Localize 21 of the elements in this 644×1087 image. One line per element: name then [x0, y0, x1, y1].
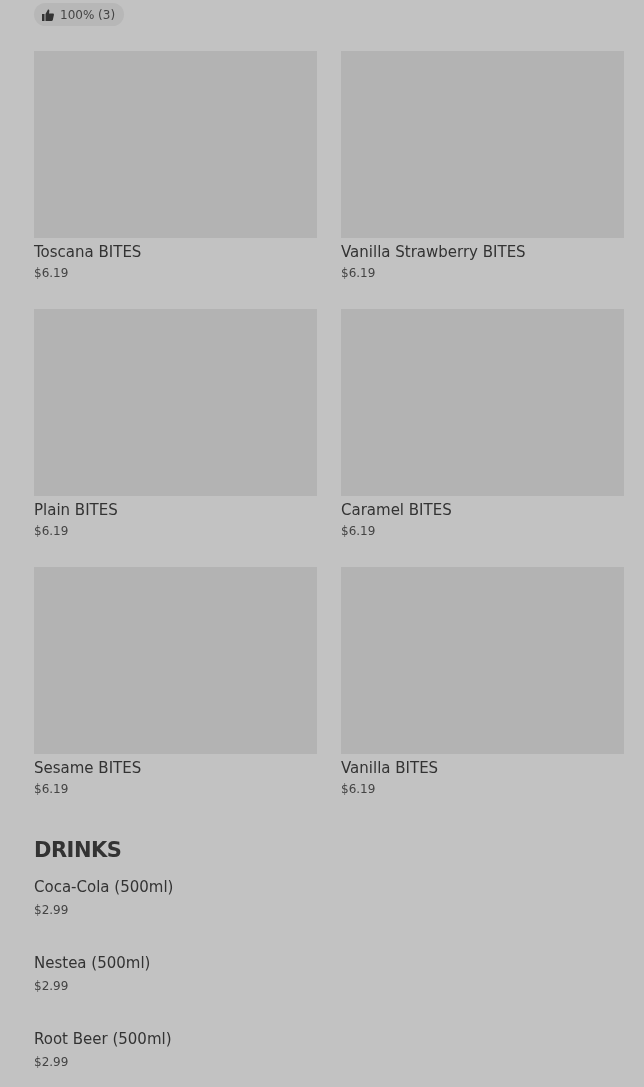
item-price: $6.19: [341, 781, 377, 798]
item-name[interactable]: Nestea (500ml): [34, 951, 624, 975]
item-name[interactable]: Vanilla Strawberry BITES: [341, 241, 624, 263]
item-name[interactable]: Caramel BITES: [341, 499, 624, 521]
rating-text: 100% (3): [60, 7, 116, 22]
item-price: $6.19: [34, 523, 70, 540]
item-name[interactable]: Coca-Cola (500ml): [34, 875, 624, 899]
item-price: $6.19: [341, 523, 377, 540]
item-name[interactable]: Toscana BITES: [34, 241, 317, 263]
item-name[interactable]: Plain BITES: [34, 499, 317, 521]
item-price: $2.99: [34, 1054, 70, 1071]
item-price: $6.19: [341, 265, 377, 282]
item-name[interactable]: Vanilla BITES: [341, 757, 624, 779]
item-price: $6.19: [34, 265, 70, 282]
item-name[interactable]: Root Beer (500ml): [34, 1027, 624, 1051]
item-price: $2.99: [34, 978, 70, 995]
item-name[interactable]: Sesame BITES: [34, 757, 317, 779]
section-title: DRINKS: [34, 837, 122, 864]
thumbs-up-icon: [42, 8, 54, 21]
item-price: $2.99: [34, 902, 70, 919]
item-price: $6.19: [34, 781, 70, 798]
